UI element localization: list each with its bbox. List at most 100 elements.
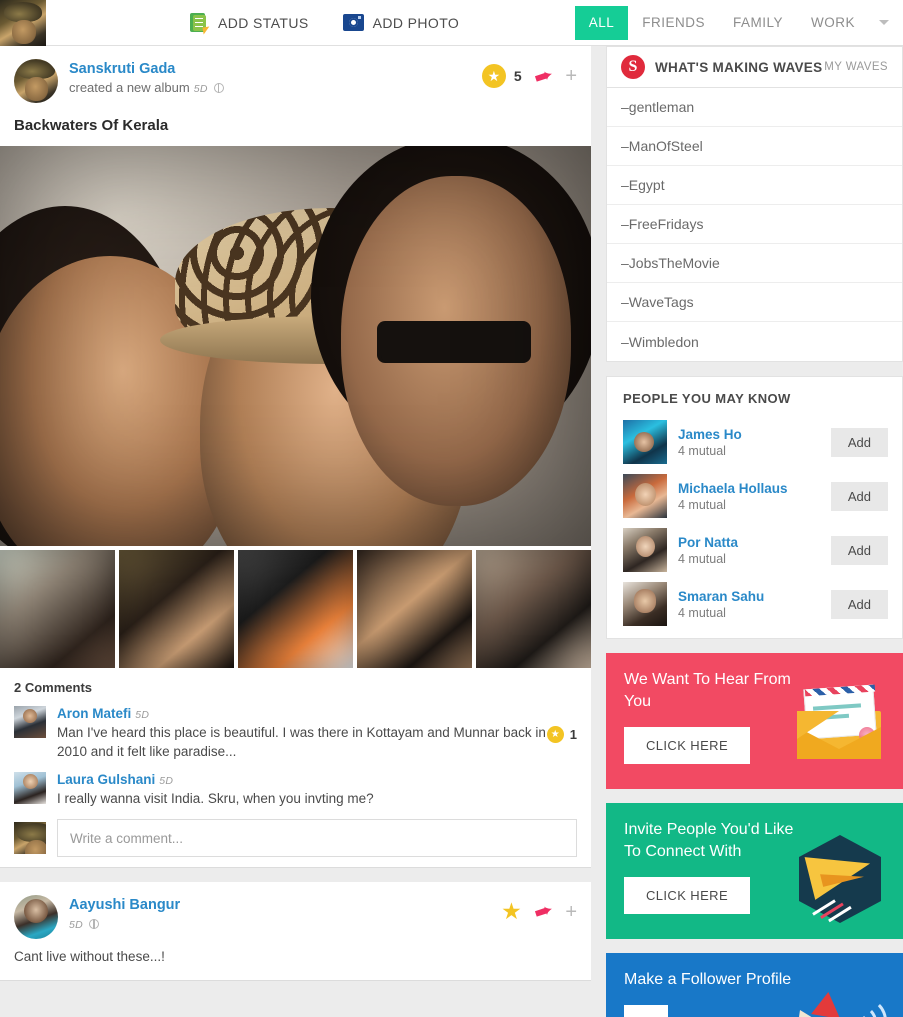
comment-input[interactable] <box>57 819 577 857</box>
filter-tab-work[interactable]: WORK <box>797 6 869 40</box>
post-subtitle: created a new album 5D <box>69 80 482 95</box>
add-status-label: ADD STATUS <box>218 14 309 31</box>
sidebar-divider <box>606 639 903 653</box>
comment-author-link[interactable]: Laura Gulshani <box>57 772 155 787</box>
wave-item-wavetags[interactable]: –WaveTags <box>607 283 902 322</box>
pymk-title: PEOPLE YOU MAY KNOW <box>623 391 791 406</box>
add-photo-button[interactable]: ADD PHOTO <box>342 14 460 31</box>
person-info: James Ho 4 mutual <box>678 427 831 458</box>
album-hero-photo[interactable] <box>0 146 591 546</box>
top-navigation-bar: ADD STATUS ADD PHOTO ALL FRIENDS FAMILY … <box>0 0 903 46</box>
person-mutual-count: 4 mutual <box>678 605 726 620</box>
person-name-link[interactable]: Por Natta <box>678 535 831 550</box>
promo-title: Invite People You'd Like To Connect With <box>624 821 794 860</box>
plus-icon[interactable]: + <box>565 902 577 922</box>
add-friend-button[interactable]: Add <box>830 589 888 619</box>
share-arrow-icon[interactable]: ➨ <box>531 898 557 926</box>
comment-item: Aron Matefi 5D Man I've heard this place … <box>14 706 577 761</box>
share-arrow-icon[interactable]: ➨ <box>531 62 557 90</box>
avatar[interactable] <box>14 706 46 738</box>
write-comment-row <box>14 819 577 857</box>
comment-item: Laura Gulshani 5D I really wanna visit In… <box>14 772 577 808</box>
album-thumbnail-2[interactable] <box>119 550 234 668</box>
sidebar-divider <box>606 939 903 953</box>
wave-item-freefridays[interactable]: –FreeFridays <box>607 205 902 244</box>
promo-click-here-button[interactable]: CLICK HERE <box>624 727 751 764</box>
my-waves-link[interactable]: MY WAVES <box>824 61 888 73</box>
person-mutual-count: 4 mutual <box>678 443 726 458</box>
album-thumbnail-5[interactable] <box>476 550 591 668</box>
comment-text: Man I've heard this place is beautiful. … <box>57 725 546 759</box>
list-item: Michaela Hollaus 4 mutual Add <box>607 469 902 523</box>
wave-item-egypt[interactable]: –Egypt <box>607 166 902 205</box>
promo-click-here-button[interactable]: CLICK HERE <box>624 877 751 914</box>
person-name-link[interactable]: James Ho <box>678 427 831 442</box>
filter-tab-family[interactable]: FAMILY <box>719 6 797 40</box>
avatar[interactable] <box>14 895 58 939</box>
avatar[interactable] <box>623 528 667 572</box>
comment-body: Aron Matefi 5D Man I've heard this place … <box>57 706 547 761</box>
album-thumbnail-3[interactable] <box>238 550 353 668</box>
star-icon[interactable]: ★ <box>501 900 522 923</box>
comments-section: 2 Comments Aron Matefi 5D Man I've heard … <box>0 668 591 867</box>
add-friend-button[interactable]: Add <box>830 481 888 511</box>
post-meta: Aayushi Bangur 5D <box>69 895 501 931</box>
chevron-down-icon[interactable] <box>869 6 899 40</box>
add-status-button[interactable]: ADD STATUS <box>190 12 309 35</box>
person-name-link[interactable]: Smaran Sahu <box>678 589 831 604</box>
star-badge-icon[interactable]: ★ <box>481 64 506 88</box>
post-author-link[interactable]: Sanskruti Gada <box>69 61 175 77</box>
promo-card-follower-profile[interactable]: Make a Follower Profile <box>606 953 903 1017</box>
wave-item-jobsthemovie[interactable]: –JobsTheMovie <box>607 244 902 283</box>
avatar[interactable] <box>623 582 667 626</box>
person-mutual-count: 4 mutual <box>678 497 726 512</box>
promo-title: Make a Follower Profile <box>624 971 792 988</box>
comment-body: Laura Gulshani 5D I really wanna visit In… <box>57 772 577 808</box>
comment-author-link[interactable]: Aron Matefi <box>57 706 131 721</box>
avatar[interactable] <box>623 420 667 464</box>
globe-icon <box>89 918 100 929</box>
album-thumbnail-1[interactable] <box>0 550 115 668</box>
current-user-avatar[interactable] <box>0 0 46 46</box>
wave-item-gentleman[interactable]: –gentleman <box>607 88 902 127</box>
add-friend-button[interactable]: Add <box>830 427 888 457</box>
wave-item-wimbledon[interactable]: –Wimbledon <box>607 322 902 361</box>
star-badge-icon[interactable]: ★ <box>546 726 564 743</box>
post-action-icons: ★ 5 ➨ + <box>481 59 577 90</box>
sidebar-divider <box>606 362 903 376</box>
plus-icon[interactable]: + <box>565 66 577 86</box>
post-timestamp: 5D <box>69 919 84 931</box>
news-feed-column: Sanskruti Gada created a new album 5D ★ 5… <box>0 46 591 1017</box>
page-body: Sanskruti Gada created a new album 5D ★ 5… <box>0 46 903 1017</box>
post-author-link[interactable]: Aayushi Bangur <box>69 897 180 913</box>
compose-actions: ADD STATUS ADD PHOTO <box>190 12 460 35</box>
feed-post-status: Aayushi Bangur 5D ★ ➨ + Cant live withou… <box>0 882 591 981</box>
notepad-pencil-icon <box>190 12 211 35</box>
promo-click-here-button[interactable] <box>624 1005 668 1017</box>
waves-logo-icon: S <box>621 55 645 79</box>
post-action-icons: ★ ➨ + <box>501 895 577 926</box>
people-you-may-know-card: PEOPLE YOU MAY KNOW James Ho 4 mutual Ad… <box>606 376 903 639</box>
person-info: Smaran Sahu 4 mutual <box>678 589 831 620</box>
filter-tab-friends[interactable]: FRIENDS <box>628 6 719 40</box>
add-photo-label: ADD PHOTO <box>372 14 460 31</box>
avatar[interactable] <box>14 772 46 804</box>
wave-item-manofsteel[interactable]: –ManOfSteel <box>607 127 902 166</box>
comment-timestamp: 5D <box>159 775 174 787</box>
comment-timestamp: 5D <box>135 709 150 721</box>
list-item: Por Natta 4 mutual Add <box>607 523 902 577</box>
filter-tab-all[interactable]: ALL <box>574 5 629 40</box>
add-friend-button[interactable]: Add <box>830 535 888 565</box>
camera-icon <box>342 14 364 31</box>
album-thumbnail-4[interactable] <box>357 550 472 668</box>
person-name-link[interactable]: Michaela Hollaus <box>678 481 831 496</box>
post-subtitle: 5D <box>69 916 501 931</box>
comment-text: I really wanna visit India. Skru, when y… <box>57 791 374 806</box>
avatar[interactable] <box>623 474 667 518</box>
feed-divider <box>0 868 591 882</box>
avatar <box>14 822 46 854</box>
promo-card-feedback[interactable]: We Want To Hear From You CLICK HERE <box>606 653 903 789</box>
promo-card-invite[interactable]: Invite People You'd Like To Connect With… <box>606 803 903 939</box>
list-item: James Ho 4 mutual Add <box>607 415 902 469</box>
avatar[interactable] <box>14 59 58 103</box>
